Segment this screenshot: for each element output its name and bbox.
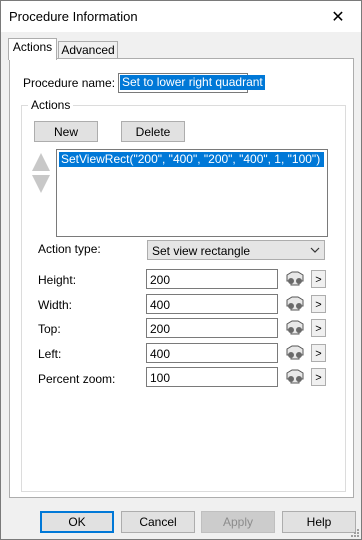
percent-zoom-input[interactable]: 100 <box>146 367 278 387</box>
window-title: Procedure Information <box>9 9 138 24</box>
actions-group-label: Actions <box>28 98 74 112</box>
width-label: Width: <box>38 298 73 312</box>
height-label: Height: <box>38 273 77 287</box>
tab-advanced[interactable]: Advanced <box>58 41 118 59</box>
binoculars-icon <box>286 345 304 360</box>
width-more-button[interactable]: > <box>311 295 326 313</box>
delete-button[interactable]: Delete <box>121 121 185 142</box>
percent-zoom-value: 100 <box>150 371 171 385</box>
top-more-button[interactable]: > <box>311 319 326 337</box>
chevron-down-icon <box>310 247 320 253</box>
procedure-name-label: Procedure name: <box>23 76 116 90</box>
left-pick-button[interactable] <box>284 343 306 363</box>
apply-button[interactable]: Apply <box>201 511 275 533</box>
help-button[interactable]: Help <box>282 511 356 533</box>
action-type-select[interactable]: Set view rectangle <box>147 240 325 260</box>
width-value: 400 <box>150 298 171 312</box>
left-input[interactable]: 400 <box>146 343 278 363</box>
width-pick-button[interactable] <box>284 294 306 314</box>
procedure-name-value: Set to lower right quadrant <box>120 75 265 90</box>
height-more-button[interactable]: > <box>311 270 326 288</box>
binoculars-icon <box>286 296 304 311</box>
width-input[interactable]: 400 <box>146 294 278 314</box>
action-type-value: Set view rectangle <box>152 244 251 258</box>
height-value: 200 <box>150 273 171 287</box>
procedure-information-dialog: Procedure Information ✕ Actions Advanced… <box>0 0 362 540</box>
action-type-label: Action type: <box>38 242 101 256</box>
binoculars-icon <box>286 369 304 384</box>
binoculars-icon <box>286 271 304 286</box>
percent-zoom-pick-button[interactable] <box>284 367 306 387</box>
move-up-arrow-icon[interactable] <box>32 153 50 171</box>
left-label: Left: <box>38 347 62 361</box>
cancel-button[interactable]: Cancel <box>121 511 195 533</box>
tab-actions[interactable]: Actions <box>8 38 57 60</box>
top-value: 200 <box>150 322 171 336</box>
percent-zoom-more-button[interactable]: > <box>311 368 326 386</box>
left-value: 400 <box>150 347 171 361</box>
top-label: Top: <box>38 322 61 336</box>
top-input[interactable]: 200 <box>146 318 278 338</box>
tab-strip: Actions Advanced <box>1 32 361 60</box>
actions-listbox[interactable]: SetViewRect("200", "400", "200", "400", … <box>56 149 328 237</box>
left-more-button[interactable]: > <box>311 344 326 362</box>
move-down-arrow-icon[interactable] <box>32 175 50 193</box>
close-button[interactable]: ✕ <box>315 1 361 32</box>
new-button[interactable]: New <box>34 121 98 142</box>
height-pick-button[interactable] <box>284 269 306 289</box>
percent-zoom-label: Percent zoom: <box>38 372 116 386</box>
ok-button[interactable]: OK <box>40 511 114 533</box>
close-icon: ✕ <box>331 8 345 26</box>
procedure-name-input[interactable]: Set to lower right quadrant <box>118 73 265 93</box>
title-bar: Procedure Information ✕ <box>1 1 361 32</box>
height-input[interactable]: 200 <box>146 269 278 289</box>
list-item[interactable]: SetViewRect("200", "400", "200", "400", … <box>59 152 324 167</box>
resize-grip-icon[interactable] <box>349 527 359 537</box>
binoculars-icon <box>286 320 304 335</box>
top-pick-button[interactable] <box>284 318 306 338</box>
